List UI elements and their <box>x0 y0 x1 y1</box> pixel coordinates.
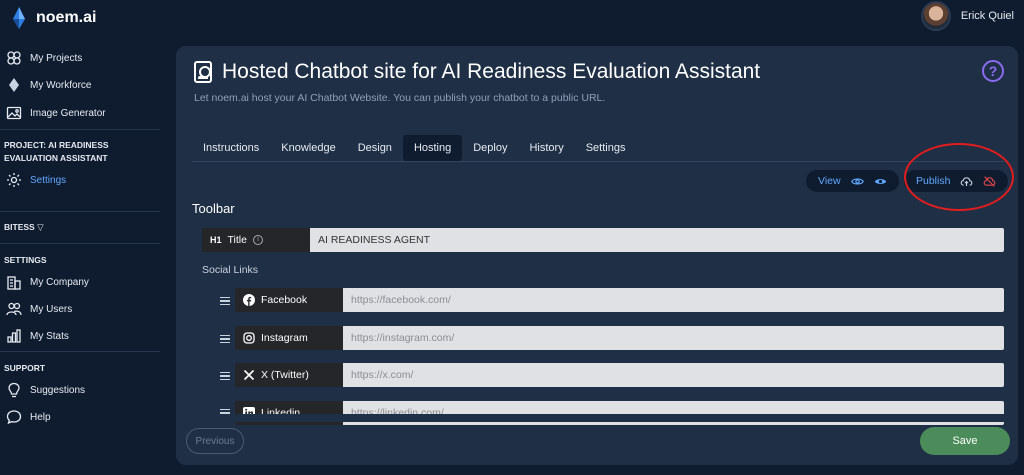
bitess-heading[interactable]: BITESS ▽ <box>4 221 44 234</box>
sidebar-item-label: My Company <box>30 276 89 288</box>
sidebar-item-label: Help <box>30 411 51 423</box>
main-panel: Hosted Chatbot site for AI Readiness Eva… <box>176 46 1018 465</box>
sidebar-item-label: My Workforce <box>30 79 92 91</box>
sidebar-item-label: My Users <box>30 303 73 315</box>
sidebar-item-project-settings[interactable]: Settings <box>6 169 66 191</box>
divider <box>192 161 1004 162</box>
page-title: Hosted Chatbot site for AI Readiness Eva… <box>222 60 761 83</box>
tab-design[interactable]: Design <box>347 135 403 161</box>
sidebar-item-label: My Stats <box>30 330 69 342</box>
chevron-down-icon: ▽ <box>37 222 44 232</box>
brand-name: noem.ai <box>36 9 97 26</box>
divider <box>0 129 160 130</box>
title-field: H1 Title i AI READINESS AGENT <box>202 228 1004 252</box>
annotation-circle <box>904 143 1014 211</box>
workforce-icon <box>9 78 19 92</box>
sidebar-item-label: Image Generator <box>30 107 106 119</box>
tab-bar: Instructions Knowledge Design Hosting De… <box>192 135 636 161</box>
facebook-url-input[interactable]: https://facebook.com/ <box>343 288 1004 312</box>
contact-card-icon <box>194 61 212 83</box>
lightbulb-icon <box>8 382 20 398</box>
stats-icon <box>7 329 21 343</box>
support-heading: SUPPORT <box>4 363 46 373</box>
eye-icon[interactable] <box>874 175 887 188</box>
divider <box>0 243 160 244</box>
sidebar: My Projects My Workforce Image Generator… <box>0 40 160 475</box>
social-link-label: Facebook <box>235 288 343 312</box>
social-link-x-twitter: X (Twitter) https://x.com/ <box>235 363 1004 387</box>
tab-instructions[interactable]: Instructions <box>192 135 270 161</box>
sidebar-item-label: Suggestions <box>30 384 86 396</box>
social-link-instagram: Instagram https://instagram.com/ <box>235 326 1004 350</box>
view-control: View <box>806 170 899 192</box>
building-icon <box>7 276 21 290</box>
user-menu[interactable]: Erick Quiel <box>920 1 1014 31</box>
gear-icon <box>7 173 21 187</box>
tab-hosting[interactable]: Hosting <box>402 135 463 161</box>
instagram-icon <box>243 332 255 344</box>
tab-deploy[interactable]: Deploy <box>462 135 518 161</box>
avatar[interactable] <box>920 1 951 31</box>
info-icon[interactable]: i <box>252 235 263 245</box>
projects-icon <box>7 51 21 65</box>
sidebar-item-my-projects[interactable]: My Projects <box>6 47 82 69</box>
divider <box>0 351 160 352</box>
toolbar-heading: Toolbar <box>192 201 235 216</box>
image-icon <box>6 106 22 120</box>
drag-handle-icon[interactable] <box>220 335 230 343</box>
chat-icon <box>6 410 22 425</box>
social-link-label: Instagram <box>235 326 343 350</box>
instagram-url-input[interactable]: https://instagram.com/ <box>343 326 1004 350</box>
divider <box>0 211 160 212</box>
title-input[interactable]: AI READINESS AGENT <box>310 228 1004 252</box>
page-subtitle: Let noem.ai host your AI Chatbot Website… <box>194 92 606 104</box>
sidebar-item-image-generator[interactable]: Image Generator <box>6 102 106 124</box>
previous-button[interactable]: Previous <box>186 428 244 454</box>
social-links-heading: Social Links <box>202 264 259 276</box>
top-bar: noem.ai Erick Quiel <box>0 0 1024 36</box>
social-link-facebook: Facebook https://facebook.com/ <box>235 288 1004 312</box>
help-icon[interactable]: ? <box>982 60 1004 82</box>
settings-heading: SETTINGS <box>4 255 47 265</box>
sidebar-item-my-users[interactable]: My Users <box>6 298 72 320</box>
view-label[interactable]: View <box>818 175 841 187</box>
title-field-label: H1 Title i <box>202 228 310 252</box>
footer-divider <box>176 414 1018 422</box>
logo-icon <box>13 7 25 29</box>
sidebar-item-my-workforce[interactable]: My Workforce <box>6 74 92 96</box>
sidebar-item-my-company[interactable]: My Company <box>6 271 89 293</box>
facebook-icon <box>243 294 255 306</box>
brand[interactable]: noem.ai <box>12 7 96 29</box>
save-button[interactable]: Save <box>920 427 1010 455</box>
x-url-input[interactable]: https://x.com/ <box>343 363 1004 387</box>
drag-handle-icon[interactable] <box>220 372 230 380</box>
sidebar-item-label: My Projects <box>30 52 83 64</box>
project-heading: PROJECT: AI READINESS EVALUATION ASSISTA… <box>4 140 109 163</box>
sidebar-item-label: Settings <box>30 174 67 186</box>
page-header: Hosted Chatbot site for AI Readiness Eva… <box>194 60 760 84</box>
sidebar-item-my-stats[interactable]: My Stats <box>6 325 69 347</box>
social-link-label: X (Twitter) <box>235 363 343 387</box>
sidebar-item-suggestions[interactable]: Suggestions <box>6 379 85 401</box>
drag-handle-icon[interactable] <box>220 297 230 305</box>
sidebar-item-help[interactable]: Help <box>6 406 51 428</box>
tab-history[interactable]: History <box>518 135 574 161</box>
eye-outline-icon[interactable] <box>850 175 864 188</box>
users-icon <box>6 302 22 316</box>
heading-tag: H1 <box>210 235 222 245</box>
user-name: Erick Quiel <box>960 10 1014 22</box>
x-icon <box>243 369 255 381</box>
tab-settings[interactable]: Settings <box>575 135 637 161</box>
tab-knowledge[interactable]: Knowledge <box>270 135 346 161</box>
